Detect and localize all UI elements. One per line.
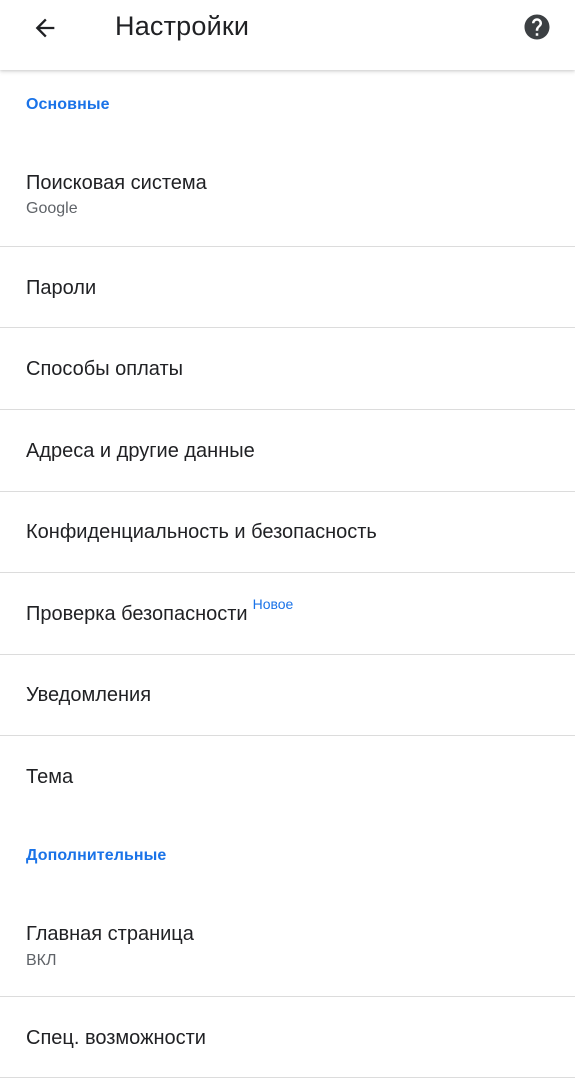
settings-item-addresses[interactable]: Адреса и другие данные — [0, 410, 575, 491]
settings-item-search-engine[interactable]: Поисковая система Google — [0, 146, 575, 246]
settings-item-value: Google — [26, 200, 78, 217]
settings-item-homepage[interactable]: Главная страница ВКЛ — [0, 896, 575, 996]
divider — [0, 1077, 575, 1078]
settings-item-theme[interactable]: Тема — [0, 736, 575, 816]
settings-item-label: Уведомления — [26, 684, 152, 706]
back-button[interactable] — [20, 6, 70, 50]
settings-item-value: ВКЛ — [26, 952, 57, 969]
app-bar: Настройки — [0, 0, 575, 70]
settings-item-label: Проверка безопасности — [26, 603, 248, 625]
settings-item-label: Главная страница — [26, 923, 194, 945]
settings-list: Основные Поисковая система Google Пароли… — [0, 70, 575, 1080]
settings-item-privacy[interactable]: Конфиденциальность и безопасность — [0, 492, 575, 572]
settings-item-label: Тема — [26, 766, 74, 788]
settings-item-safety-check[interactable]: Проверка безопасности Новое — [0, 573, 575, 654]
section-header-advanced: Дополнительные — [26, 847, 167, 864]
page-title: Настройки — [115, 11, 250, 41]
settings-item-payment[interactable]: Способы оплаты — [0, 328, 575, 409]
section-header-basic: Основные — [26, 96, 110, 113]
settings-item-label: Поисковая система — [26, 172, 207, 194]
help-circle-icon — [524, 14, 550, 40]
help-button[interactable] — [516, 7, 558, 47]
settings-item-label: Конфиденциальность и безопасность — [26, 521, 377, 543]
settings-item-label-wrap: Проверка безопасности Новое — [26, 596, 293, 628]
settings-item-accessibility[interactable]: Спец. возможности — [0, 997, 575, 1077]
settings-item-label: Способы оплаты — [26, 358, 183, 380]
new-badge: Новое — [252, 596, 294, 612]
settings-item-label: Адреса и другие данные — [26, 440, 255, 462]
settings-item-passwords[interactable]: Пароли — [0, 247, 575, 327]
settings-item-label: Пароли — [26, 277, 97, 299]
settings-item-notifications[interactable]: Уведомления — [0, 655, 575, 735]
arrow-left-icon — [35, 18, 55, 38]
settings-item-label: Спец. возможности — [26, 1027, 206, 1049]
